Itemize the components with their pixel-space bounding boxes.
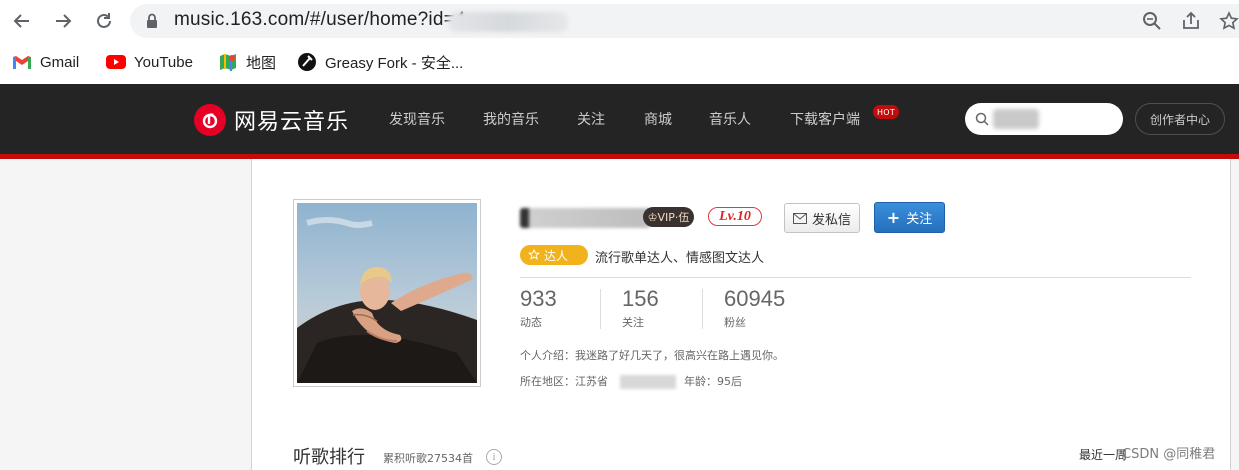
- bookmark-gmail[interactable]: Gmail: [12, 51, 79, 73]
- search-input[interactable]: [965, 103, 1123, 135]
- divider: [520, 277, 1191, 278]
- address-bar[interactable]: music.163.com/#/user/home?id=4: [130, 4, 1239, 38]
- stat-label: 粉丝: [724, 316, 746, 329]
- csdn-watermark: CSDN @同稚君: [1122, 447, 1216, 462]
- redacted-city: [620, 375, 676, 389]
- hot-badge: HOT: [873, 105, 899, 119]
- nav-musician[interactable]: 音乐人: [709, 84, 751, 154]
- nav-mall[interactable]: 商城: [644, 84, 672, 154]
- logo-text: 网易云音乐: [234, 110, 350, 135]
- level-badge[interactable]: Lv.10: [708, 207, 762, 226]
- stat-followers[interactable]: 60945 粉丝: [724, 286, 785, 330]
- send-message-label: 发私信: [811, 212, 851, 228]
- nav-download[interactable]: 下载客户端: [790, 84, 860, 154]
- url-text[interactable]: music.163.com/#/user/home?id=4: [174, 9, 466, 31]
- bookmark-label: Greasy Fork - 安全...: [325, 54, 464, 72]
- send-message-button[interactable]: 发私信: [784, 203, 860, 233]
- youtube-icon: [106, 53, 126, 71]
- bookmark-label: 地图: [246, 54, 277, 72]
- profile-panel: ♔VIP·伍 Lv.10 发私信 + 关注 达人 流行歌单达人、情感图文达人 9…: [251, 159, 1231, 470]
- reload-icon[interactable]: [91, 8, 117, 34]
- star-icon[interactable]: [1218, 10, 1239, 32]
- follow-button[interactable]: + 关注: [874, 202, 945, 233]
- zoom-icon[interactable]: [1141, 10, 1163, 32]
- stat-following[interactable]: 156 关注: [622, 286, 659, 330]
- nav-my-music[interactable]: 我的音乐: [483, 84, 539, 154]
- stat-value: 60945: [724, 286, 786, 311]
- age-label: 年龄：95后: [684, 375, 742, 388]
- follow-label: 关注: [906, 212, 933, 227]
- bookmark-youtube[interactable]: YouTube: [106, 51, 193, 73]
- envelope-icon: [792, 212, 807, 224]
- bookmark-greasyfork[interactable]: Greasy Fork - 安全...: [297, 51, 463, 73]
- bookmark-label: YouTube: [134, 53, 193, 71]
- nav-follow[interactable]: 关注: [577, 84, 605, 154]
- nav-discover[interactable]: 发现音乐: [389, 84, 445, 154]
- vip-badge[interactable]: ♔VIP·伍: [643, 207, 694, 227]
- bookmark-label: Gmail: [40, 53, 80, 71]
- greasyfork-icon: [297, 53, 317, 71]
- site-logo[interactable]: 网易云音乐: [194, 104, 349, 136]
- site-header: 网易云音乐 发现音乐 我的音乐 关注 商城 音乐人 下载客户端 HOT 创作者中…: [0, 84, 1239, 154]
- bookmark-maps[interactable]: 地图: [218, 51, 276, 73]
- share-icon[interactable]: [1180, 10, 1202, 32]
- lock-icon[interactable]: [146, 13, 158, 33]
- redacted-username: [520, 208, 650, 228]
- ranking-title: 听歌排行: [293, 447, 365, 468]
- expert-description: 流行歌单达人、情感图文达人: [595, 251, 765, 266]
- expert-label: 达人: [544, 248, 569, 263]
- avatar-image: [297, 203, 477, 383]
- gmail-icon: [12, 53, 32, 71]
- bookmarks-bar: Gmail YouTube 地图 Greasy Fork - 安全...: [0, 42, 1239, 84]
- search-icon: [975, 112, 989, 126]
- stat-label: 关注: [622, 316, 644, 329]
- stat-value: 156: [622, 286, 659, 311]
- location-age-line: 所在地区：江苏省 年龄：95后: [520, 373, 742, 389]
- arrow-right-icon[interactable]: [50, 8, 76, 34]
- stat-separator: [600, 289, 601, 329]
- netease-music-logo-icon: [194, 104, 226, 136]
- redacted-search-text: [993, 109, 1039, 129]
- arrow-left-icon[interactable]: [9, 8, 35, 34]
- stat-events[interactable]: 933 动态: [520, 286, 557, 330]
- stat-value: 933: [520, 286, 557, 311]
- personal-intro: 个人介绍：我迷路了好几天了，很高兴在路上遇见你。: [520, 349, 784, 362]
- plus-icon: +: [886, 208, 901, 227]
- creator-center-button[interactable]: 创作者中心: [1135, 103, 1225, 135]
- stat-label: 动态: [520, 316, 542, 329]
- expert-badge: 达人: [520, 245, 588, 265]
- browser-toolbar: music.163.com/#/user/home?id=4: [0, 0, 1239, 42]
- info-icon[interactable]: i: [486, 449, 502, 465]
- location-label: 所在地区：江苏省: [520, 375, 608, 388]
- star-outline-icon: [528, 249, 540, 260]
- avatar: [293, 199, 481, 387]
- redacted-url-part: [448, 12, 568, 32]
- ranking-subtitle: 累积听歌27534首: [383, 452, 473, 465]
- maps-icon: [218, 53, 238, 71]
- recent-week-tab[interactable]: 最近一周: [1079, 446, 1127, 463]
- stat-separator: [702, 289, 703, 329]
